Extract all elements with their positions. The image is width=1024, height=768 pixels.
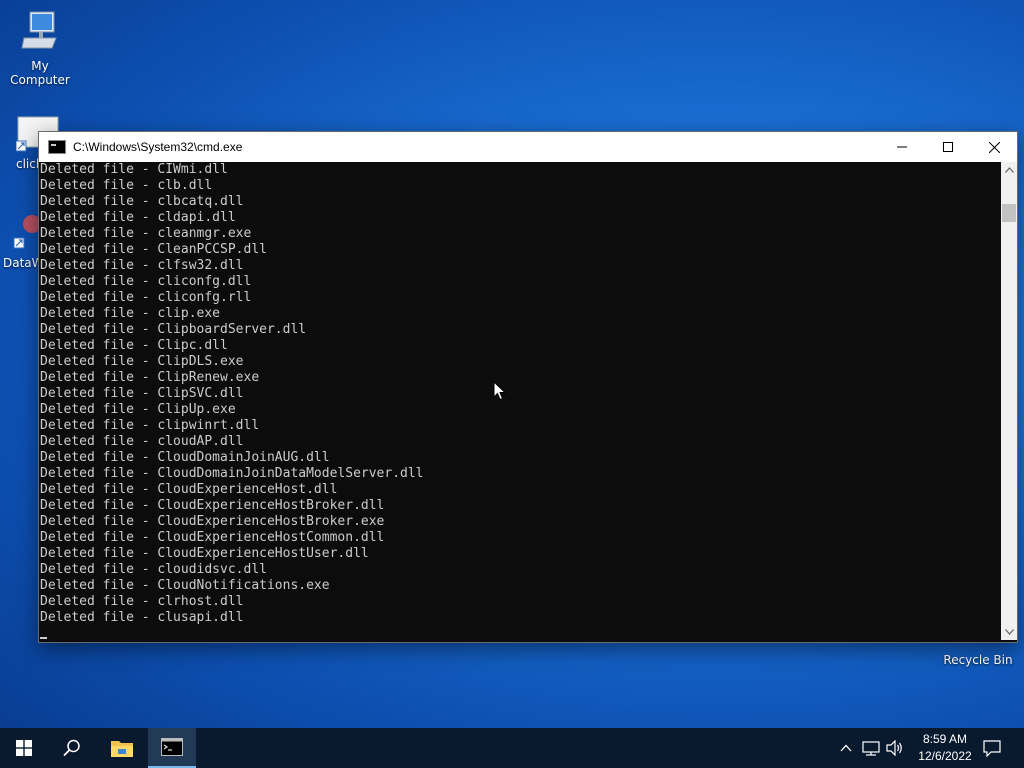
network-icon — [862, 741, 880, 756]
console-line: Deleted file - CIWmi.dll — [40, 162, 228, 177]
cmd-icon — [48, 140, 66, 154]
maximize-button[interactable] — [925, 132, 971, 162]
cmd-icon — [161, 738, 183, 756]
show-hidden-icons-button[interactable] — [836, 728, 856, 768]
desktop-icon-partial-label-2: DataW — [3, 256, 38, 270]
shortcut-icon — [13, 215, 41, 249]
scroll-down-button[interactable] — [1001, 624, 1017, 640]
computer-icon — [21, 11, 57, 49]
console-line: Deleted file - clipwinrt.dll — [40, 418, 260, 433]
clock-date: 12/6/2022 — [918, 749, 972, 763]
chevron-up-icon — [1004, 167, 1014, 173]
start-button[interactable] — [0, 728, 48, 768]
vertical-scrollbar[interactable] — [1001, 162, 1017, 640]
desktop-icon-label: My Computer — [10, 59, 70, 87]
network-button[interactable] — [860, 728, 882, 768]
console-line: Deleted file - CloudDomainJoinAUG.dll — [40, 450, 330, 465]
cmd-window[interactable]: C:\Windows\System32\cmd.exe Deleted file… — [38, 131, 1018, 643]
taskbar-clock[interactable]: 8:59 AM 12/6/2022 — [910, 731, 980, 765]
taskbar: 8:59 AM 12/6/2022 — [0, 728, 1024, 768]
window-titlebar[interactable]: C:\Windows\System32\cmd.exe — [39, 132, 1017, 162]
console-line: Deleted file - CloudNotifications.exe — [40, 578, 330, 593]
taskbar-file-explorer[interactable] — [98, 728, 146, 768]
console-line: Deleted file - cldapi.dll — [40, 210, 236, 225]
start-icon — [16, 740, 32, 756]
console-line: Deleted file - clip.exe — [40, 306, 221, 321]
minimize-icon — [897, 146, 907, 148]
console-line: Deleted file - clusapi.dll — [40, 610, 244, 625]
console-line: Deleted file - CloudExperienceHostCommon… — [40, 530, 385, 545]
scroll-up-button[interactable] — [1001, 162, 1017, 178]
console-line: Deleted file - ClipUp.exe — [40, 402, 236, 417]
console-line: Deleted file - clb.dll — [40, 178, 213, 193]
console-line: Deleted file - ClipSVC.dll — [40, 386, 244, 401]
console-line: Deleted file - ClipDLS.exe — [40, 354, 244, 369]
minimize-button[interactable] — [879, 132, 925, 162]
console-line: Deleted file - clrhost.dll — [40, 594, 244, 609]
chevron-down-icon — [1004, 629, 1014, 635]
console-line: Deleted file - CleanPCCSP.dll — [40, 242, 267, 257]
taskbar-cmd[interactable] — [148, 728, 196, 768]
console-line: Deleted file - CloudExperienceHost.dll — [40, 482, 338, 497]
console-line: Deleted file - clbcatq.dll — [40, 194, 244, 209]
search-button[interactable] — [48, 728, 96, 768]
console-line: Deleted file - cliconfg.rll — [40, 290, 252, 305]
console-line: Deleted file - CloudExperienceHostUser.d… — [40, 546, 369, 561]
maximize-icon — [943, 142, 953, 152]
desktop-icon-my-computer[interactable]: My Computer — [0, 10, 80, 87]
mouse-cursor-icon — [493, 381, 506, 401]
console-line: Deleted file - cloudAP.dll — [40, 434, 244, 449]
console-line: Deleted file - CloudExperienceHostBroker… — [40, 514, 385, 529]
text-cursor — [40, 637, 47, 639]
volume-button[interactable] — [884, 728, 906, 768]
console-output[interactable]: Deleted file - CIWmi.dll Deleted file - c… — [39, 162, 1000, 640]
desktop-icon-partial-label-1: click — [16, 157, 38, 171]
desktop-icon-label: Recycle Bin — [943, 653, 1013, 667]
console-line: Deleted file - cloudidsvc.dll — [40, 562, 267, 577]
volume-icon — [886, 740, 902, 756]
console-line: Deleted file - cliconfg.dll — [40, 274, 252, 289]
close-button[interactable] — [971, 132, 1017, 162]
console-line: Deleted file - CloudExperienceHostBroker… — [40, 498, 385, 513]
console-line: Deleted file - ClipboardServer.dll — [40, 322, 307, 337]
file-explorer-icon — [111, 741, 133, 757]
notifications-button[interactable] — [976, 728, 1008, 768]
console-line: Deleted file - Clipc.dll — [40, 338, 228, 353]
console-line: Deleted file - clfsw32.dll — [40, 258, 244, 273]
console-line: Deleted file - cleanmgr.exe — [40, 226, 252, 241]
search-icon — [63, 739, 80, 757]
console-line: Deleted file - CloudDomainJoinDataModelS… — [40, 466, 424, 481]
close-icon — [988, 141, 1000, 153]
scroll-thumb[interactable] — [1002, 204, 1016, 222]
window-title: C:\Windows\System32\cmd.exe — [73, 140, 243, 154]
desktop-icon-shortcut-2[interactable] — [10, 206, 41, 256]
console-line: Deleted file - ClipRenew.exe — [40, 370, 260, 385]
notification-icon — [983, 739, 1001, 757]
chevron-up-icon — [840, 744, 852, 752]
clock-time: 8:59 AM — [922, 732, 968, 746]
